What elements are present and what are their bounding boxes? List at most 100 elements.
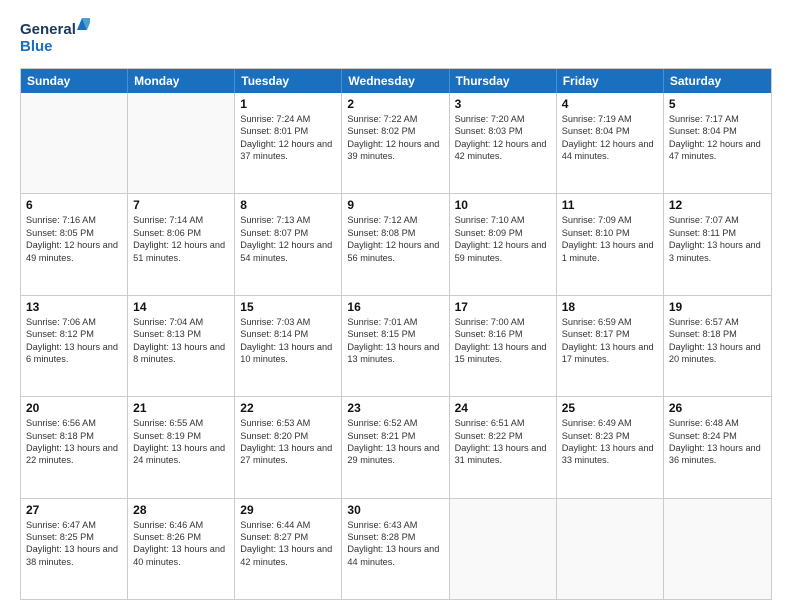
day-info: Sunrise: 6:46 AM Sunset: 8:26 PM Dayligh…: [133, 519, 229, 569]
calendar-cell: 12 Sunrise: 7:07 AM Sunset: 8:11 PM Dayli…: [664, 194, 771, 294]
calendar-cell: 7 Sunrise: 7:14 AM Sunset: 8:06 PM Daylig…: [128, 194, 235, 294]
calendar-cell: 26 Sunrise: 6:48 AM Sunset: 8:24 PM Dayli…: [664, 397, 771, 497]
day-info: Sunrise: 6:53 AM Sunset: 8:20 PM Dayligh…: [240, 417, 336, 467]
day-number: 9: [347, 198, 443, 212]
calendar-cell: 6 Sunrise: 7:16 AM Sunset: 8:05 PM Daylig…: [21, 194, 128, 294]
calendar-cell: 30 Sunrise: 6:43 AM Sunset: 8:28 PM Dayli…: [342, 499, 449, 599]
header-day-thursday: Thursday: [450, 69, 557, 93]
calendar-cell: 5Sunrise: 7:17 AM Sunset: 8:04 PM Daylig…: [664, 93, 771, 193]
day-info: Sunrise: 6:44 AM Sunset: 8:27 PM Dayligh…: [240, 519, 336, 569]
calendar-cell: 21 Sunrise: 6:55 AM Sunset: 8:19 PM Dayli…: [128, 397, 235, 497]
day-info: Sunrise: 7:16 AM Sunset: 8:05 PM Dayligh…: [26, 214, 122, 264]
day-number: 19: [669, 300, 766, 314]
day-number: 14: [133, 300, 229, 314]
day-info: Sunrise: 6:43 AM Sunset: 8:28 PM Dayligh…: [347, 519, 443, 569]
calendar-cell: 17 Sunrise: 7:00 AM Sunset: 8:16 PM Dayli…: [450, 296, 557, 396]
calendar-row-3: 20 Sunrise: 6:56 AM Sunset: 8:18 PM Dayli…: [21, 397, 771, 498]
calendar-cell: 22 Sunrise: 6:53 AM Sunset: 8:20 PM Dayli…: [235, 397, 342, 497]
day-number: 6: [26, 198, 122, 212]
calendar-body: 1Sunrise: 7:24 AM Sunset: 8:01 PM Daylig…: [21, 93, 771, 599]
day-info: Sunrise: 7:04 AM Sunset: 8:13 PM Dayligh…: [133, 316, 229, 366]
page: General Blue SundayMondayTuesdayWednesda…: [0, 0, 792, 612]
calendar-cell: 24 Sunrise: 6:51 AM Sunset: 8:22 PM Dayli…: [450, 397, 557, 497]
day-number: 7: [133, 198, 229, 212]
day-info: Sunrise: 7:13 AM Sunset: 8:07 PM Dayligh…: [240, 214, 336, 264]
day-number: 30: [347, 503, 443, 517]
day-info: Sunrise: 7:20 AM Sunset: 8:03 PM Dayligh…: [455, 113, 551, 163]
day-number: 1: [240, 97, 336, 111]
day-info: Sunrise: 6:52 AM Sunset: 8:21 PM Dayligh…: [347, 417, 443, 467]
day-info: Sunrise: 7:22 AM Sunset: 8:02 PM Dayligh…: [347, 113, 443, 163]
calendar-cell: 23 Sunrise: 6:52 AM Sunset: 8:21 PM Dayli…: [342, 397, 449, 497]
day-info: Sunrise: 7:12 AM Sunset: 8:08 PM Dayligh…: [347, 214, 443, 264]
day-number: 11: [562, 198, 658, 212]
calendar-row-0: 1Sunrise: 7:24 AM Sunset: 8:01 PM Daylig…: [21, 93, 771, 194]
day-number: 13: [26, 300, 122, 314]
calendar-cell: 19 Sunrise: 6:57 AM Sunset: 8:18 PM Dayli…: [664, 296, 771, 396]
calendar-cell: 15 Sunrise: 7:03 AM Sunset: 8:14 PM Dayli…: [235, 296, 342, 396]
calendar-cell: 16Sunrise: 7:01 AM Sunset: 8:15 PM Dayli…: [342, 296, 449, 396]
day-info: Sunrise: 6:49 AM Sunset: 8:23 PM Dayligh…: [562, 417, 658, 467]
header-day-friday: Friday: [557, 69, 664, 93]
calendar-cell: 20 Sunrise: 6:56 AM Sunset: 8:18 PM Dayli…: [21, 397, 128, 497]
day-info: Sunrise: 6:57 AM Sunset: 8:18 PM Dayligh…: [669, 316, 766, 366]
calendar-cell: [21, 93, 128, 193]
day-info: Sunrise: 6:48 AM Sunset: 8:24 PM Dayligh…: [669, 417, 766, 467]
calendar-row-4: 27 Sunrise: 6:47 AM Sunset: 8:25 PM Dayli…: [21, 499, 771, 599]
day-info: Sunrise: 7:10 AM Sunset: 8:09 PM Dayligh…: [455, 214, 551, 264]
day-number: 23: [347, 401, 443, 415]
header: General Blue: [20, 16, 772, 58]
calendar-cell: 2 Sunrise: 7:22 AM Sunset: 8:02 PM Daylig…: [342, 93, 449, 193]
day-number: 28: [133, 503, 229, 517]
day-number: 21: [133, 401, 229, 415]
day-info: Sunrise: 7:00 AM Sunset: 8:16 PM Dayligh…: [455, 316, 551, 366]
header-day-saturday: Saturday: [664, 69, 771, 93]
day-number: 27: [26, 503, 122, 517]
calendar-row-2: 13 Sunrise: 7:06 AM Sunset: 8:12 PM Dayli…: [21, 296, 771, 397]
header-day-sunday: Sunday: [21, 69, 128, 93]
svg-text:General: General: [20, 21, 76, 38]
calendar-header: SundayMondayTuesdayWednesdayThursdayFrid…: [21, 69, 771, 93]
day-info: Sunrise: 7:07 AM Sunset: 8:11 PM Dayligh…: [669, 214, 766, 264]
calendar-cell: 18Sunrise: 6:59 AM Sunset: 8:17 PM Dayli…: [557, 296, 664, 396]
calendar-cell: 29 Sunrise: 6:44 AM Sunset: 8:27 PM Dayli…: [235, 499, 342, 599]
day-number: 12: [669, 198, 766, 212]
logo: General Blue: [20, 16, 90, 58]
day-number: 17: [455, 300, 551, 314]
day-info: Sunrise: 6:47 AM Sunset: 8:25 PM Dayligh…: [26, 519, 122, 569]
calendar-cell: [557, 499, 664, 599]
calendar-cell: 10Sunrise: 7:10 AM Sunset: 8:09 PM Dayli…: [450, 194, 557, 294]
day-number: 29: [240, 503, 336, 517]
calendar-cell: 27 Sunrise: 6:47 AM Sunset: 8:25 PM Dayli…: [21, 499, 128, 599]
day-info: Sunrise: 7:06 AM Sunset: 8:12 PM Dayligh…: [26, 316, 122, 366]
day-info: Sunrise: 6:55 AM Sunset: 8:19 PM Dayligh…: [133, 417, 229, 467]
day-info: Sunrise: 7:01 AM Sunset: 8:15 PM Dayligh…: [347, 316, 443, 366]
day-number: 26: [669, 401, 766, 415]
day-number: 3: [455, 97, 551, 111]
day-number: 20: [26, 401, 122, 415]
day-number: 15: [240, 300, 336, 314]
day-info: Sunrise: 7:03 AM Sunset: 8:14 PM Dayligh…: [240, 316, 336, 366]
day-info: Sunrise: 6:51 AM Sunset: 8:22 PM Dayligh…: [455, 417, 551, 467]
calendar-cell: 13 Sunrise: 7:06 AM Sunset: 8:12 PM Dayli…: [21, 296, 128, 396]
calendar-cell: 25Sunrise: 6:49 AM Sunset: 8:23 PM Dayli…: [557, 397, 664, 497]
svg-text:Blue: Blue: [20, 38, 53, 55]
header-day-tuesday: Tuesday: [235, 69, 342, 93]
day-info: Sunrise: 7:19 AM Sunset: 8:04 PM Dayligh…: [562, 113, 658, 163]
day-number: 2: [347, 97, 443, 111]
day-number: 4: [562, 97, 658, 111]
calendar-cell: 8Sunrise: 7:13 AM Sunset: 8:07 PM Daylig…: [235, 194, 342, 294]
calendar-cell: 4 Sunrise: 7:19 AM Sunset: 8:04 PM Daylig…: [557, 93, 664, 193]
day-number: 22: [240, 401, 336, 415]
calendar-cell: 3 Sunrise: 7:20 AM Sunset: 8:03 PM Daylig…: [450, 93, 557, 193]
day-info: Sunrise: 6:56 AM Sunset: 8:18 PM Dayligh…: [26, 417, 122, 467]
calendar-cell: [664, 499, 771, 599]
day-number: 24: [455, 401, 551, 415]
calendar-cell: 1Sunrise: 7:24 AM Sunset: 8:01 PM Daylig…: [235, 93, 342, 193]
calendar: SundayMondayTuesdayWednesdayThursdayFrid…: [20, 68, 772, 600]
day-info: Sunrise: 7:14 AM Sunset: 8:06 PM Dayligh…: [133, 214, 229, 264]
header-day-monday: Monday: [128, 69, 235, 93]
calendar-row-1: 6 Sunrise: 7:16 AM Sunset: 8:05 PM Daylig…: [21, 194, 771, 295]
calendar-cell: [450, 499, 557, 599]
day-number: 18: [562, 300, 658, 314]
